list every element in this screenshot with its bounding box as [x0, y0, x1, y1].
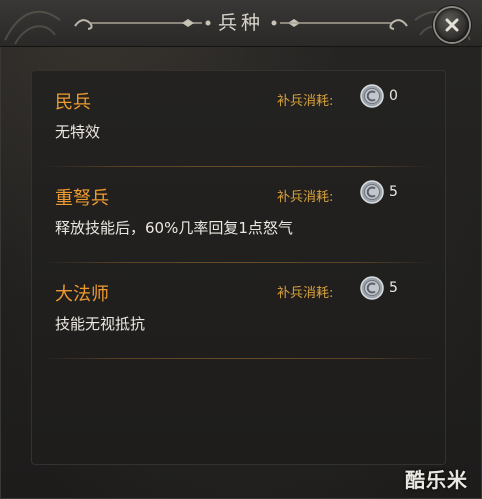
replenish-cost-value: 5 [389, 280, 398, 296]
unit-row-heavy-crossbowman: 重弩兵 释放技能后，60%几率回复1点怒气 补兵消耗: 5 [32, 167, 445, 263]
unit-list-panel: 民兵 无特效 补兵消耗: 0 重弩兵 释放技能后，60%几率回复1点怒气 补兵消… [31, 70, 446, 465]
unit-name: 重弩兵 [55, 188, 109, 209]
replenish-cost-value: 5 [389, 184, 398, 200]
unit-row-militia: 民兵 无特效 补兵消耗: 0 [32, 71, 445, 167]
watermark-text: 酷乐米 [405, 468, 468, 492]
replenish-cost-value: 0 [389, 88, 398, 104]
unit-description: 无特效 [55, 123, 101, 141]
unit-row-archmage: 大法师 技能无视抵抗 补兵消耗: 5 [32, 263, 445, 359]
replenish-cost-label: 补兵消耗: [277, 286, 334, 301]
unit-name: 民兵 [55, 92, 91, 113]
close-button[interactable] [435, 8, 469, 42]
silver-coin-icon [360, 276, 384, 300]
dialog-titlebar: 兵种 [0, 0, 482, 47]
replenish-cost-label: 补兵消耗: [277, 190, 334, 205]
close-icon [445, 18, 459, 32]
dialog-title: 兵种 [217, 12, 264, 34]
replenish-cost-label: 补兵消耗: [277, 94, 334, 109]
row-divider [42, 358, 435, 359]
unit-description: 释放技能后，60%几率回复1点怒气 [55, 219, 293, 237]
unit-name: 大法师 [55, 284, 109, 305]
unit-type-dialog: 兵种 民兵 无特效 补兵消耗: 0 重弩兵 释放技能后，60%几率回复1点怒气 … [0, 0, 482, 499]
silver-coin-icon [360, 180, 384, 204]
silver-coin-icon [360, 84, 384, 108]
unit-description: 技能无视抵抗 [55, 315, 146, 333]
